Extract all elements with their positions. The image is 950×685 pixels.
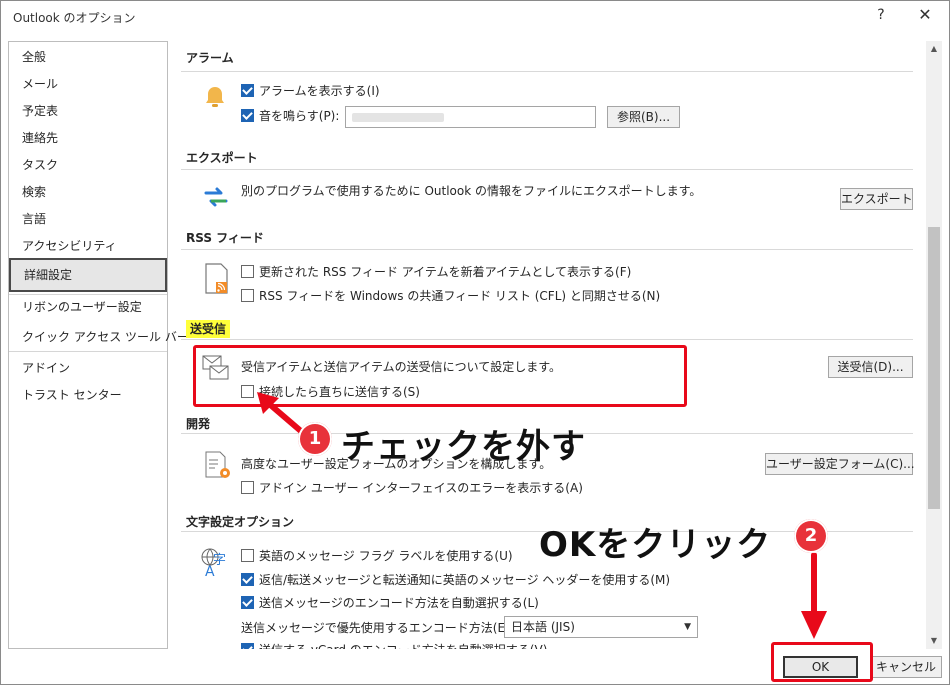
step2-arrow [801,553,827,639]
english-flags-label: 英語のメッセージ フラグ ラベルを使用する(U) [259,549,513,563]
custom-form-icon [205,451,230,478]
step2-callout: OKをクリック [539,525,772,565]
sidebar-item-calendar[interactable]: 予定表 [9,98,167,124]
section-header-rss: RSS フィード [186,231,264,245]
export-arrows-icon [204,187,228,207]
section-divider [181,169,913,170]
sidebar-item-customize-ribbon[interactable]: リボンのユーザー設定 [9,294,167,320]
sidebar-item-mail[interactable]: メール [9,71,167,97]
show-alarm-label: アラームを表示する(I) [259,84,380,98]
sidebar-item-search[interactable]: 検索 [9,179,167,205]
play-sound-checkbox[interactable] [241,109,254,122]
content-scrollbar[interactable]: ▲ ▼ [926,41,942,649]
sound-path-redacted [352,113,444,122]
auto-encoding-row[interactable]: 送信メッセージのエンコード方法を自動選択する(L) [241,594,539,611]
options-sidebar: 全般 メール 予定表 連絡先 タスク 検索 言語 アクセシビリティ 詳細設定 リ… [8,41,189,649]
svg-text:A: A [205,564,215,578]
step1-callout: チェックを外す [341,427,586,467]
rss-sync-cfl-row[interactable]: RSS フィードを Windows の共通フィード リスト (CFL) と同期さ… [241,287,660,304]
close-button[interactable]: ✕ [916,5,934,24]
sidebar-divider [9,351,167,352]
show-alarm-row[interactable]: アラームを表示する(I) [241,82,380,99]
english-headers-row[interactable]: 返信/転送メッセージと転送通知に英語のメッセージ ヘッダーを使用する(M) [241,571,670,588]
show-addin-errors-label: アドイン ユーザー インターフェイスのエラーを表示する(A) [259,481,583,495]
section-header-alarm: アラーム [186,51,234,65]
section-divider [181,339,913,340]
section-divider [181,249,913,250]
show-addin-errors-row[interactable]: アドイン ユーザー インターフェイスのエラーを表示する(A) [241,479,583,496]
title-bar: Outlook のオプション ? ✕ [1,1,949,33]
show-alarm-checkbox[interactable] [241,84,254,97]
english-headers-checkbox[interactable] [241,573,254,586]
auto-encoding-checkbox[interactable] [241,596,254,609]
preferred-encoding-label: 送信メッセージで優先使用するエンコード方法(E): [241,621,514,635]
sidebar-item-language[interactable]: 言語 [9,206,167,232]
section-header-developer: 開発 [186,417,211,431]
send-receive-button[interactable]: 送受信(D)... [828,356,913,378]
section-header-export: エクスポート [186,151,258,165]
english-flags-checkbox[interactable] [241,549,254,562]
chevron-down-icon: ▼ [684,622,691,632]
language-globe-icon: 字 A [201,548,226,578]
sidebar-item-contacts[interactable]: 連絡先 [9,125,167,151]
section-header-send-receive: 送受信 [186,320,231,338]
step2-badge: 2 [794,519,828,553]
rss-new-items-label: 更新された RSS フィード アイテムを新着アイテムとして表示する(F) [259,265,632,279]
browse-button[interactable]: 参照(B)... [607,106,680,128]
scrollbar-thumb[interactable] [928,227,940,509]
english-headers-label: 返信/転送メッセージと転送通知に英語のメッセージ ヘッダーを使用する(M) [259,573,671,587]
svg-text:字: 字 [213,553,226,568]
vcard-encoding-checkbox[interactable] [241,643,254,649]
rss-feed-icon [205,263,228,294]
play-sound-row[interactable]: 音を鳴らす(P): [241,107,339,124]
options-dialog: Outlook のオプション ? ✕ 全般 メール 予定表 連絡先 タスク 検索… [0,0,950,685]
sidebar-item-trust-center[interactable]: トラスト センター [9,382,167,408]
sidebar-item-quick-access-toolbar[interactable]: クイック アクセス ツール バー [9,324,189,350]
bell-icon [206,87,224,107]
rss-new-items-row[interactable]: 更新された RSS フィード アイテムを新着アイテムとして表示する(F) [241,263,631,280]
sidebar-item-advanced[interactable]: 詳細設定 [9,258,167,292]
sidebar-item-general[interactable]: 全般 [9,44,167,70]
sound-file-input[interactable] [345,106,596,128]
english-flags-row[interactable]: 英語のメッセージ フラグ ラベルを使用する(U) [241,547,513,564]
ok-highlight-box [771,642,873,682]
scroll-down-icon[interactable]: ▼ [926,633,942,649]
show-addin-errors-checkbox[interactable] [241,481,254,494]
scroll-up-icon[interactable]: ▲ [926,41,942,57]
auto-encoding-label: 送信メッセージのエンコード方法を自動選択する(L) [259,596,539,610]
help-button[interactable]: ? [873,7,889,23]
vcard-encoding-row[interactable]: 送信する vCard のエンコード方法を自動選択する(V) [241,641,547,649]
section-header-highlight: 送受信 [186,320,231,338]
sidebar-item-accessibility[interactable]: アクセシビリティ [9,233,167,259]
rss-new-items-checkbox[interactable] [241,265,254,278]
export-description: 別のプログラムで使用するために Outlook の情報をファイルにエクスポートし… [241,184,702,198]
cancel-button[interactable]: キャンセル [870,656,942,678]
section-header-international: 文字設定オプション [186,515,295,529]
sidebar-item-addins[interactable]: アドイン [9,355,167,381]
section-divider [181,71,913,72]
play-sound-label: 音を鳴らす(P): [259,109,340,123]
window-title: Outlook のオプション [13,11,136,25]
step1-badge: 1 [298,422,332,456]
sidebar-item-tasks[interactable]: タスク [9,152,167,178]
export-button[interactable]: エクスポート [840,188,913,210]
preferred-encoding-select[interactable]: 日本語 (JIS) ▼ [504,616,698,638]
rss-sync-cfl-checkbox[interactable] [241,289,254,302]
preferred-encoding-value: 日本語 (JIS) [511,620,575,634]
rss-sync-cfl-label: RSS フィードを Windows の共通フィード リスト (CFL) と同期さ… [259,289,661,303]
custom-forms-button[interactable]: ユーザー設定フォーム(C)... [765,453,915,475]
vcard-encoding-label: 送信する vCard のエンコード方法を自動選択する(V) [259,641,547,649]
